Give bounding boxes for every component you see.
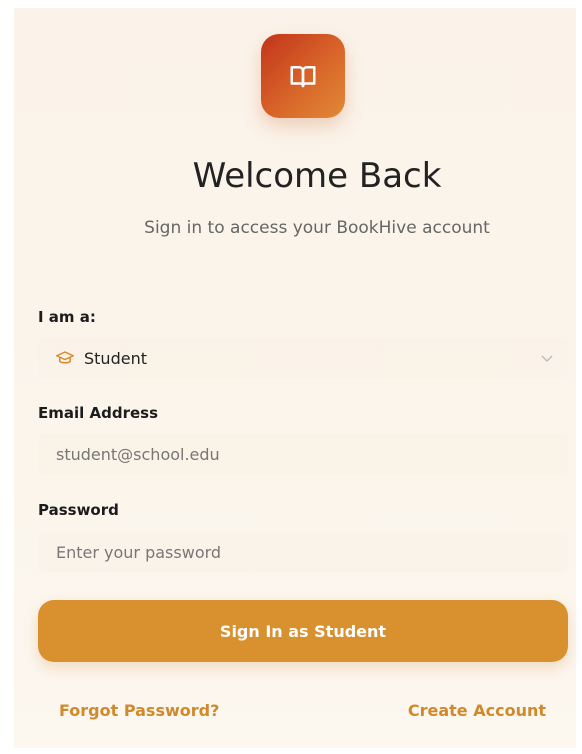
page-subtitle: Sign in to access your BookHive account — [144, 218, 490, 238]
page-title: Welcome Back — [192, 156, 442, 196]
chevron-down-icon — [541, 355, 553, 362]
sign-in-button[interactable]: Sign In as Student — [38, 600, 568, 662]
password-label: Password — [38, 501, 119, 519]
email-label: Email Address — [38, 404, 159, 422]
graduation-cap-icon — [56, 351, 74, 364]
password-placeholder: Enter your password — [56, 542, 222, 562]
create-account-link[interactable]: Create Account — [408, 701, 546, 720]
book-open-icon — [290, 66, 316, 88]
login-card: Welcome Back Sign in to access your Book… — [14, 8, 576, 748]
role-label: I am a: — [38, 308, 96, 326]
app-logo — [261, 34, 345, 118]
email-field[interactable]: student@school.edu — [38, 434, 568, 474]
password-field[interactable]: Enter your password — [38, 532, 568, 572]
role-selected-value: Student — [84, 348, 147, 368]
email-placeholder: student@school.edu — [56, 444, 220, 464]
role-select[interactable]: Student — [38, 338, 568, 378]
forgot-password-link[interactable]: Forgot Password? — [59, 701, 219, 720]
